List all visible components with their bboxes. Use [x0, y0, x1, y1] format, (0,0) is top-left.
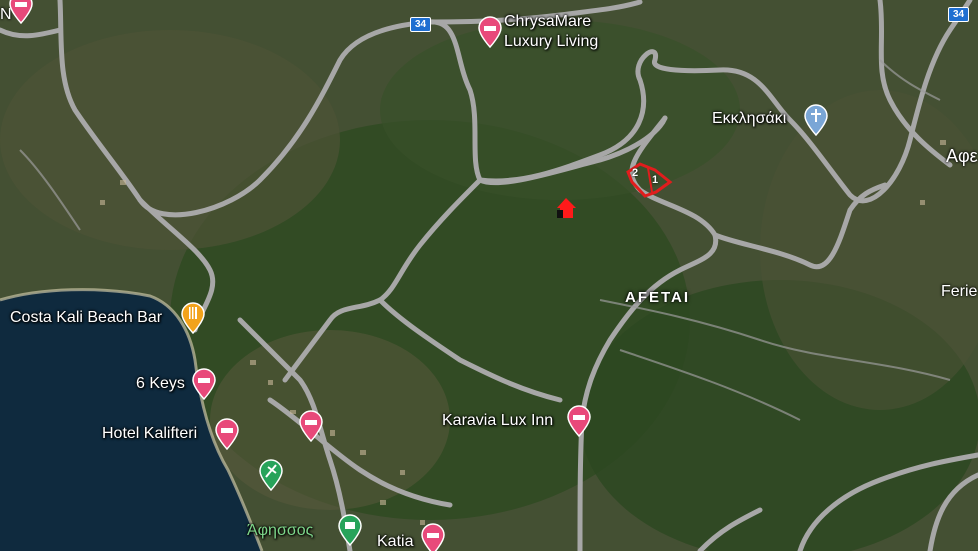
hotel-pin-icon[interactable]: [420, 523, 446, 551]
poi-costa-kali[interactable]: Costa Kali Beach Bar: [10, 309, 162, 327]
edge-label-ferie: Ferie: [941, 283, 978, 300]
route-shield-34-right: 34: [948, 7, 970, 22]
map-canvas[interactable]: 2 1 34 34 N Αφε Ferie AFETAI ChrysaMare …: [0, 0, 978, 551]
place-label-afetai[interactable]: AFETAI: [625, 289, 690, 306]
hotel-pin-icon[interactable]: [214, 418, 240, 450]
hotel-pin-icon[interactable]: [477, 16, 503, 48]
poi-6-keys[interactable]: 6 Keys: [136, 375, 185, 393]
poi-hotel-kalifteri[interactable]: Hotel Kalifteri: [102, 425, 197, 443]
ferry-pin-icon[interactable]: [337, 514, 363, 546]
satellite-terrain: [0, 0, 978, 551]
hotel-pin-icon[interactable]: [191, 368, 217, 400]
poi-karavia-lux-inn[interactable]: Karavia Lux Inn: [442, 412, 553, 430]
beach-pin-icon[interactable]: [258, 459, 284, 491]
hotel-pin-icon[interactable]: [8, 0, 34, 24]
hotel-pin-icon[interactable]: [298, 410, 324, 442]
plot-number-1: 1: [652, 174, 659, 186]
plot-number-2: 2: [632, 167, 639, 179]
restaurant-pin-icon[interactable]: [180, 302, 206, 334]
poi-chrysamare-line2[interactable]: Luxury Living: [504, 33, 598, 51]
church-pin-icon[interactable]: [803, 104, 829, 136]
route-shield-34: 34: [410, 17, 432, 32]
poi-chrysamare-line1[interactable]: ChrysaMare: [504, 13, 591, 31]
edge-label-afe: Αφε: [946, 146, 978, 166]
hotel-pin-icon[interactable]: [566, 405, 592, 437]
poi-afissos[interactable]: Άφησσος: [247, 522, 313, 540]
poi-katia[interactable]: Katia: [377, 533, 413, 551]
poi-ekklisaki[interactable]: Εκκλησάκι: [712, 110, 786, 128]
